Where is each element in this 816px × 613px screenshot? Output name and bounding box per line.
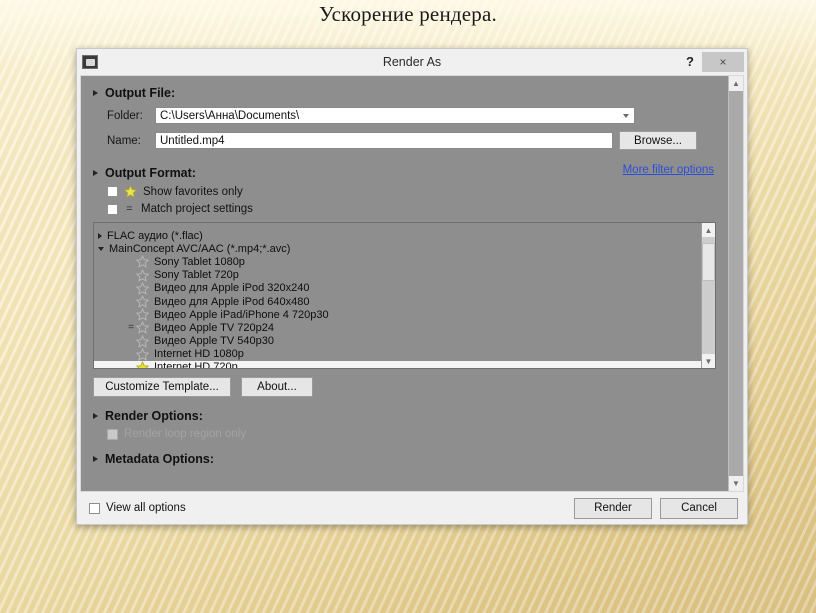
star-filled-icon[interactable] [136, 360, 149, 368]
list-item[interactable]: = Видео Apple TV 720p24 [94, 321, 701, 335]
star-empty-icon[interactable] [136, 295, 149, 308]
expander-triangle-icon [93, 90, 98, 96]
cancel-button[interactable]: Cancel [660, 497, 738, 519]
list-item-label: Internet HD 1080p [154, 348, 244, 361]
about-button[interactable]: About... [241, 377, 313, 397]
chevron-down-icon [623, 113, 629, 118]
star-empty-icon[interactable] [136, 334, 149, 348]
match-project-checkbox[interactable] [107, 203, 118, 215]
dialog-scrollbar[interactable]: ▲ ▼ [728, 76, 743, 491]
dialog-titlebar: Render As ? × [77, 49, 747, 75]
output-format-listbox[interactable]: FLAC аудио (*.flac) MainConcept AVC/AAC (… [93, 222, 716, 369]
dialog-content: Output File: Folder: C:\Users\Анна\Docum… [81, 76, 728, 491]
view-all-options-label: View all options [106, 502, 186, 514]
render-as-dialog: Render As ? × Output File: Folder: C:\Us… [76, 48, 748, 525]
format-list-scrollbar[interactable]: ▲ ▼ [701, 223, 715, 368]
section-metadata-options[interactable]: Metadata Options: [93, 452, 716, 466]
section-output-format[interactable]: Output Format: [93, 166, 623, 180]
list-item[interactable]: Видео для Apple iPod 640x480 [94, 295, 701, 308]
star-filled-icon [124, 185, 137, 198]
list-item-label: FLAC аудио (*.flac) [107, 229, 203, 242]
star-empty-icon[interactable] [136, 268, 149, 282]
list-item[interactable]: Sony Tablet 1080p [94, 255, 701, 269]
section-render-options-label: Render Options: [105, 409, 203, 423]
section-render-options[interactable]: Render Options: [93, 409, 716, 423]
show-favorites-row[interactable]: Show favorites only [93, 185, 623, 198]
list-item[interactable]: Sony Tablet 720p [94, 268, 701, 282]
star-empty-icon[interactable] [136, 255, 149, 269]
section-output-format-label: Output Format: [105, 166, 196, 180]
equals-icon: = [126, 202, 133, 215]
dialog-body: Output File: Folder: C:\Users\Анна\Docum… [80, 75, 744, 492]
folder-label: Folder: [107, 109, 143, 122]
page-title: Ускорение рендера. [319, 2, 497, 26]
more-filter-options-link[interactable]: More filter options [623, 164, 714, 176]
view-all-options-row[interactable]: View all options [89, 502, 186, 514]
view-all-options-checkbox[interactable] [89, 502, 100, 514]
render-loop-region-row: Render loop region only [93, 428, 716, 440]
dialog-footer: View all options Render Cancel [77, 492, 747, 524]
folder-value: C:\Users\Анна\Documents\ [160, 109, 300, 122]
star-empty-icon[interactable] [136, 321, 149, 335]
customize-template-button[interactable]: Customize Template... [93, 377, 231, 397]
show-favorites-checkbox[interactable] [107, 186, 118, 197]
section-metadata-options-label: Metadata Options: [105, 452, 215, 466]
expander-triangle-icon [93, 170, 98, 176]
scroll-up-icon[interactable]: ▲ [702, 223, 715, 237]
expander-triangle-icon [93, 413, 98, 419]
list-item-label: Internet HD 720p [154, 361, 238, 368]
list-item-label: Видео Apple TV 720p24 [154, 321, 275, 334]
browse-button[interactable]: Browse... [619, 131, 697, 150]
list-item[interactable]: Видео для Apple iPod 320x240 [94, 281, 701, 295]
render-loop-region-label: Render loop region only [124, 428, 247, 440]
list-item[interactable]: FLAC аудио (*.flac) [94, 229, 701, 242]
section-output-file-label: Output File: [105, 86, 176, 100]
format-list-scroll-track[interactable] [702, 237, 715, 354]
render-loop-region-checkbox [107, 428, 118, 440]
section-output-file[interactable]: Output File: [93, 86, 716, 100]
list-item-label: Видео Apple iPad/iPhone 4 720p30 [154, 308, 329, 321]
list-item-label: Sony Tablet 1080p [154, 255, 245, 268]
folder-combobox[interactable]: C:\Users\Анна\Documents\ [155, 107, 635, 124]
star-empty-icon[interactable] [136, 347, 149, 361]
list-item-label: Sony Tablet 720p [154, 269, 239, 282]
name-row: Name: Untitled.mp4 Browse... [93, 131, 716, 150]
dialog-title: Render As [382, 55, 442, 69]
expander-triangle-icon [93, 456, 98, 462]
filename-input[interactable]: Untitled.mp4 [155, 132, 613, 149]
list-item-label: Видео для Apple iPod 640x480 [154, 295, 310, 308]
match-project-label: Match project settings [141, 203, 253, 215]
match-settings-icon: = [128, 322, 134, 334]
format-list-scroll-thumb[interactable] [702, 243, 715, 281]
dialog-scroll-track[interactable] [729, 91, 743, 476]
list-item[interactable]: Видео Apple TV 540p30 [94, 334, 701, 348]
star-empty-icon[interactable] [136, 308, 149, 321]
name-label: Name: [107, 134, 141, 147]
filename-value: Untitled.mp4 [160, 134, 225, 147]
scroll-down-icon[interactable]: ▼ [729, 476, 743, 491]
format-list[interactable]: FLAC аудио (*.flac) MainConcept AVC/AAC (… [94, 223, 701, 368]
match-project-row[interactable]: = Match project settings [93, 203, 623, 215]
list-item[interactable]: Видео Apple iPad/iPhone 4 720p30 [94, 308, 701, 321]
folder-row: Folder: C:\Users\Анна\Documents\ [93, 107, 716, 124]
list-item-label: Видео Apple TV 540p30 [154, 335, 275, 348]
render-button[interactable]: Render [574, 497, 652, 519]
scroll-up-icon[interactable]: ▲ [729, 76, 743, 91]
scroll-down-icon[interactable]: ▼ [702, 354, 715, 368]
list-item-label: Видео для Apple iPod 320x240 [154, 282, 310, 295]
list-item[interactable]: Internet HD 1080p [94, 347, 701, 361]
expand-triangle-icon[interactable] [98, 232, 102, 239]
star-empty-icon[interactable] [136, 281, 149, 295]
list-item[interactable]: MainConcept AVC/AAC (*.mp4;*.avc) [94, 242, 701, 255]
list-item[interactable]: Internet HD 720p [94, 360, 701, 368]
show-favorites-label: Show favorites only [143, 185, 243, 198]
list-item-label: MainConcept AVC/AAC (*.mp4;*.avc) [109, 242, 291, 255]
collapse-triangle-icon[interactable] [98, 246, 104, 251]
